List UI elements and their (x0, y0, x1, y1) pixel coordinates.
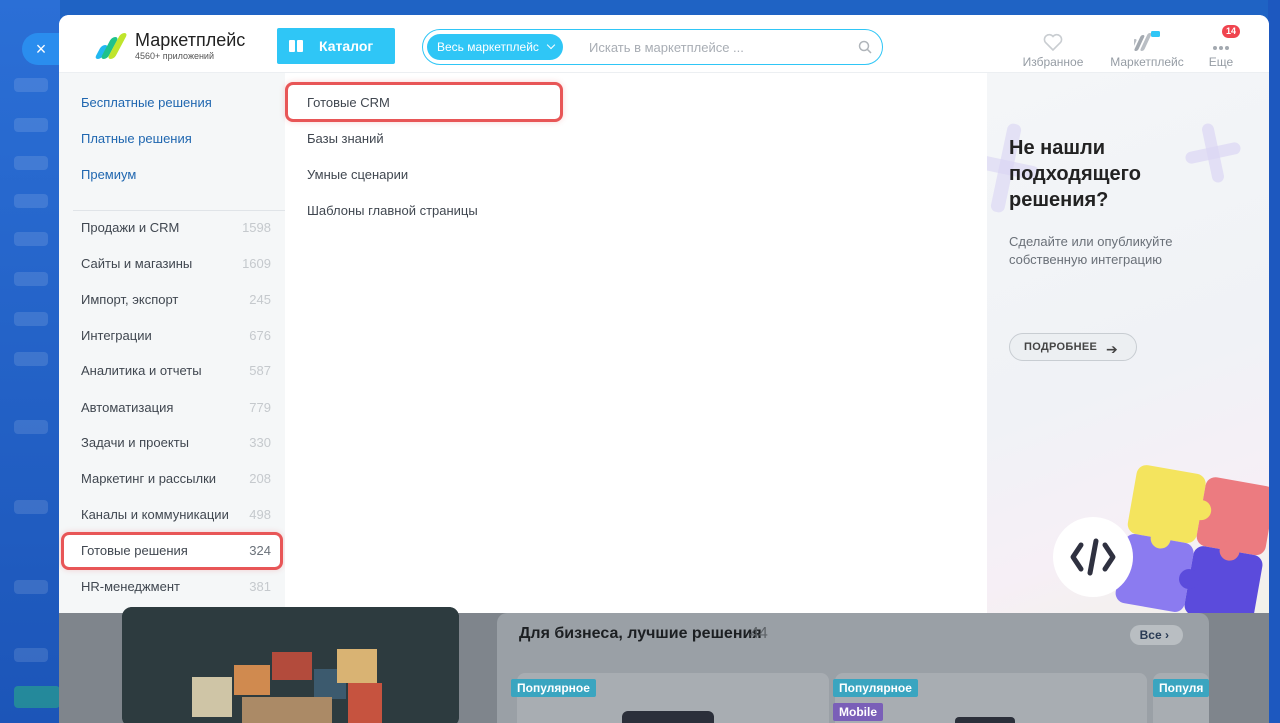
marketplace-icon (1134, 31, 1160, 51)
blurred-item (14, 312, 48, 326)
search-scope-label: Весь маркетплейс (437, 40, 539, 54)
category-item[interactable]: Интеграции 676 (81, 328, 271, 343)
logo-subtitle: 4560+ приложений (135, 51, 214, 61)
blurred-item (14, 272, 48, 286)
popular-tag: Популя (1153, 679, 1210, 697)
blurred-item (14, 580, 48, 594)
best-solutions-section: Для бизнеса, лучшие решения 44 Все › Поп… (497, 613, 1210, 723)
category-item[interactable]: Аналитика и отчеты 587 (81, 363, 271, 378)
more-button[interactable]: 14 Еще (1205, 25, 1241, 69)
popular-tag: Популярное (511, 679, 596, 697)
blurred-item (14, 232, 48, 246)
category-sidebar: Бесплатные решения Платные решения Преми… (59, 73, 285, 613)
link-free-solutions[interactable]: Бесплатные решения (81, 95, 212, 110)
blurred-button (14, 686, 60, 708)
category-item[interactable]: Задачи и проекты 330 (81, 435, 271, 450)
chevron-down-icon (546, 40, 556, 50)
view-all-button[interactable]: Все › (1129, 625, 1183, 645)
logo-title: Маркетплейс (135, 30, 246, 50)
blurred-item (14, 118, 48, 132)
catalog-button[interactable]: Каталог (277, 28, 395, 64)
featured-image (122, 607, 459, 723)
search-scope-dropdown[interactable]: Весь маркетплейс (427, 34, 563, 60)
blurred-item (14, 500, 48, 514)
app-card[interactable]: Популя (1153, 673, 1210, 723)
subcategory-list: Готовые CRM Базы знаний Умные сценарии Ш… (285, 73, 987, 613)
category-item[interactable]: Продажи и CRM 1598 (81, 220, 271, 235)
search-input[interactable] (589, 38, 839, 56)
blurred-item (14, 156, 48, 170)
logo[interactable]: Маркетплейс 4560+ приложений (94, 30, 246, 61)
search-bar: Весь маркетплейс (422, 29, 883, 65)
subcategory-item[interactable]: Умные сценарии (307, 167, 408, 182)
close-button[interactable]: × (22, 33, 70, 65)
promo-title: Не нашли подходящего решения? (1009, 137, 1141, 211)
category-item[interactable]: Маркетинг и рассылки 208 (81, 471, 271, 486)
blurred-item (14, 420, 48, 434)
marketplace-logo-icon (94, 33, 128, 59)
catalog-label: Каталог (319, 38, 374, 54)
blurred-item (14, 194, 48, 208)
popular-tag: Популярное (833, 679, 918, 697)
more-details-label: ПОДРОБНЕЕ (1024, 341, 1098, 353)
arrow-right-icon: ➔ (1105, 341, 1118, 357)
header: Маркетплейс 4560+ приложений Каталог Вес… (59, 15, 1269, 73)
mobile-tag: Mobile (833, 703, 883, 721)
marketplace-label: Маркетплейс (1110, 55, 1184, 69)
heart-icon (1043, 33, 1063, 51)
app-card[interactable]: Популярное (511, 673, 829, 723)
section-count: 44 (750, 625, 768, 642)
category-item[interactable]: Импорт, экспорт 245 (81, 292, 271, 307)
blurred-item (14, 78, 48, 92)
category-item[interactable]: Каналы и коммуникации 498 (81, 507, 271, 522)
background-sidebar (0, 0, 60, 723)
close-icon: × (35, 38, 47, 59)
search-icon[interactable] (858, 40, 872, 54)
category-item[interactable]: HR-менеджмент 381 (81, 579, 271, 594)
category-item[interactable]: Автоматизация 779 (81, 400, 271, 415)
favorites-label: Избранное (1022, 55, 1084, 69)
more-details-button[interactable]: ПОДРОБНЕЕ ➔ (1009, 333, 1137, 361)
divider (73, 210, 285, 211)
more-dots-icon (1213, 46, 1229, 50)
blurred-item (14, 648, 48, 662)
promo-text: Сделайте или опубликуйте собственную инт… (1009, 234, 1173, 267)
marketplace-panel: Маркетплейс 4560+ приложений Каталог Вес… (59, 15, 1269, 723)
puzzle-illustration (1053, 465, 1269, 613)
more-label: Еще (1208, 55, 1234, 69)
section-title: Для бизнеса, лучшие решения (519, 625, 762, 642)
blurred-item (14, 352, 48, 366)
link-premium[interactable]: Премиум (81, 167, 136, 182)
background-content: Для бизнеса, лучшие решения 44 Все › Поп… (59, 607, 1269, 723)
link-paid-solutions[interactable]: Платные решения (81, 131, 192, 146)
subcategory-item[interactable]: Шаблоны главной страницы (307, 203, 478, 218)
favorites-button[interactable]: Избранное (1019, 31, 1087, 69)
subcategory-item[interactable]: Базы знаний (307, 131, 384, 146)
subcategory-ready-crm[interactable]: Готовые CRM (307, 95, 390, 110)
retro-devices-illustration (122, 607, 459, 723)
background-right (1268, 0, 1280, 723)
book-icon (289, 40, 303, 52)
marketplace-button[interactable]: Маркетплейс (1105, 31, 1189, 69)
category-item-ready-solutions[interactable]: Готовые решения 324 (81, 543, 271, 558)
category-item[interactable]: Сайты и магазины 1609 (81, 256, 271, 271)
app-card[interactable]: Популярное Mobile (833, 673, 1147, 723)
promo-panel: Не нашли подходящего решения? Сделайте и… (987, 73, 1269, 613)
notification-badge: 14 (1222, 25, 1241, 38)
